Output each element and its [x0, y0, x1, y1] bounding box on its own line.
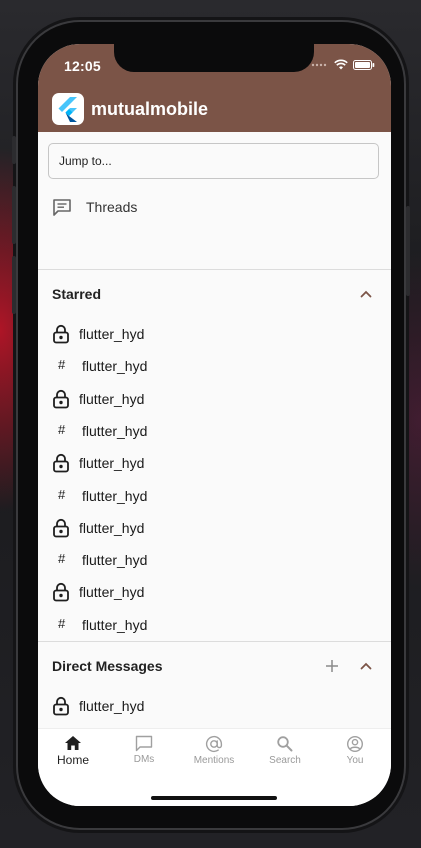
tab-home[interactable]: Home: [38, 735, 108, 775]
signal-icon: [311, 63, 327, 66]
channel-item[interactable]: # flutter_hyd: [38, 613, 391, 637]
direct-messages-title: Direct Messages: [52, 658, 163, 674]
channel-name: flutter_hyd: [82, 422, 148, 439]
tab-home-label: Home: [56, 753, 89, 767]
tab-mentions[interactable]: Mentions: [179, 735, 249, 775]
chevron-up-icon[interactable]: [360, 661, 372, 671]
message-square-icon: [135, 735, 153, 752]
hash-icon: #: [58, 421, 66, 437]
channel-name: flutter_hyd: [79, 698, 145, 714]
channel-item[interactable]: # flutter_hyd: [38, 548, 391, 572]
tab-search[interactable]: Search: [250, 735, 320, 775]
tab-dms[interactable]: DMs: [109, 735, 179, 775]
workspace-title: mutualmobile: [91, 98, 209, 119]
volume-up-button: [12, 186, 16, 244]
wifi-icon: [334, 59, 348, 70]
channel-item[interactable]: flutter_hyd: [38, 694, 391, 718]
lock-icon: [52, 696, 72, 716]
message-square-icon: [53, 199, 71, 216]
app-bar: 12:05 mutualmobile: [38, 44, 391, 132]
starred-section-header[interactable]: Starred: [38, 282, 391, 306]
threads-item[interactable]: Threads: [52, 195, 137, 219]
volume-down-button: [12, 256, 16, 314]
channel-item[interactable]: # flutter_hyd: [38, 354, 391, 378]
notch: [114, 44, 314, 72]
tab-dms-label: DMs: [133, 754, 155, 765]
channel-item[interactable]: flutter_hyd: [38, 387, 391, 411]
power-button: [406, 206, 410, 296]
channel-name: flutter_hyd: [79, 390, 145, 407]
tab-you-label: You: [346, 755, 364, 766]
channel-name: flutter_hyd: [79, 519, 145, 536]
user-icon: [346, 735, 364, 753]
hash-icon: #: [58, 615, 66, 631]
channel-name: flutter_hyd: [82, 616, 148, 633]
direct-messages-section-header[interactable]: Direct Messages: [38, 654, 391, 678]
lock-icon: [52, 518, 72, 538]
search-icon: [277, 736, 293, 752]
app-title-row: mutualmobile: [52, 92, 208, 126]
channel-name: flutter_hyd: [79, 455, 145, 472]
status-icons: [311, 59, 375, 70]
home-icon: [65, 736, 81, 750]
channel-item[interactable]: flutter_hyd: [38, 516, 391, 540]
channel-item[interactable]: # flutter_hyd: [38, 419, 391, 443]
jump-to-input[interactable]: [49, 144, 378, 178]
tab-search-label: Search: [269, 755, 301, 766]
channel-name: flutter_hyd: [82, 358, 148, 375]
lock-icon: [52, 389, 72, 409]
tab-mentions-label: Mentions: [193, 755, 235, 766]
tab-you[interactable]: You: [320, 735, 390, 775]
channel-list: Threads Starred flutter_hyd#flutter_hydf…: [38, 132, 391, 728]
flutter-logo-icon: [52, 93, 84, 125]
jump-to-field[interactable]: [48, 143, 379, 179]
lock-icon: [52, 582, 72, 602]
lock-icon: [52, 324, 72, 344]
lock-icon: [52, 453, 72, 473]
channel-name: flutter_hyd: [79, 326, 145, 342]
channel-item[interactable]: flutter_hyd: [38, 451, 391, 475]
at-icon: [205, 735, 223, 753]
chevron-up-icon[interactable]: [360, 289, 372, 299]
home-indicator: [151, 796, 277, 800]
hash-icon: #: [58, 486, 66, 502]
channel-name: flutter_hyd: [79, 584, 145, 601]
status-time: 12:05: [64, 58, 101, 74]
channel-item[interactable]: # flutter_hyd: [38, 484, 391, 508]
divider: [38, 641, 391, 642]
battery-icon: [353, 59, 375, 70]
status-bar: 12:05: [38, 44, 391, 88]
hash-icon: #: [58, 551, 66, 567]
divider: [38, 269, 391, 270]
channel-item[interactable]: flutter_hyd: [38, 580, 391, 604]
starred-title: Starred: [52, 286, 102, 302]
channel-name: flutter_hyd: [82, 487, 148, 504]
mute-switch: [12, 136, 16, 164]
app-screen: 12:05 mutualmobile Jump to... Threads St…: [38, 44, 391, 806]
channel-item[interactable]: flutter_hyd: [38, 322, 391, 346]
hash-icon: #: [58, 357, 66, 373]
threads-label: Threads: [86, 199, 138, 215]
channel-name: flutter_hyd: [82, 552, 148, 569]
bottom-navigation: Home DMs Mentions Search You: [38, 728, 391, 806]
add-icon[interactable]: [325, 659, 339, 673]
